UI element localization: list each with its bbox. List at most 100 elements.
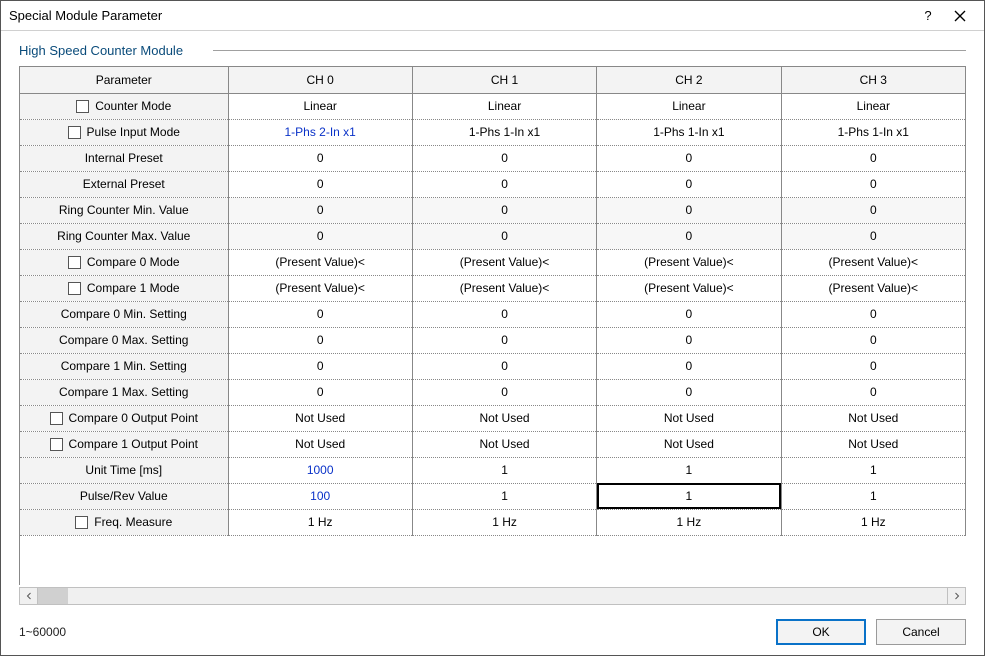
value-cell-ch2[interactable]: 0 bbox=[597, 327, 781, 353]
value-cell-ch0[interactable]: 0 bbox=[228, 327, 412, 353]
param-cell[interactable]: Compare 1 Output Point bbox=[20, 431, 228, 457]
value-cell-ch3[interactable]: 1 Hz bbox=[781, 509, 965, 535]
value-cell-ch1[interactable]: 0 bbox=[412, 353, 596, 379]
value-cell-ch0[interactable]: Not Used bbox=[228, 431, 412, 457]
value-cell-ch2[interactable]: 0 bbox=[597, 379, 781, 405]
param-cell[interactable]: Counter Mode bbox=[20, 93, 228, 119]
value-cell-ch3[interactable]: 0 bbox=[781, 171, 965, 197]
value-cell-ch1[interactable]: 0 bbox=[412, 197, 596, 223]
value-cell-ch3[interactable]: 1 bbox=[781, 483, 965, 509]
value-cell-ch3[interactable]: 0 bbox=[781, 327, 965, 353]
value-cell-ch3[interactable]: 0 bbox=[781, 379, 965, 405]
value-cell-ch1[interactable]: 1 bbox=[412, 483, 596, 509]
scroll-left-arrow[interactable] bbox=[20, 588, 38, 604]
value-cell-ch3[interactable]: 0 bbox=[781, 301, 965, 327]
value-cell-ch3[interactable]: 0 bbox=[781, 197, 965, 223]
close-button[interactable] bbox=[944, 4, 976, 28]
param-cell[interactable]: Unit Time [ms] bbox=[20, 457, 228, 483]
value-cell-ch0[interactable]: 1 Hz bbox=[228, 509, 412, 535]
value-cell-ch2[interactable]: 0 bbox=[597, 197, 781, 223]
value-cell-ch2[interactable]: 0 bbox=[597, 171, 781, 197]
value-cell-ch3[interactable]: 0 bbox=[781, 145, 965, 171]
value-cell-ch2[interactable]: Not Used bbox=[597, 405, 781, 431]
value-cell-ch0[interactable]: Linear bbox=[228, 93, 412, 119]
cancel-button[interactable]: Cancel bbox=[876, 619, 966, 645]
ok-button[interactable]: OK bbox=[776, 619, 866, 645]
value-cell-ch1[interactable]: (Present Value)< bbox=[412, 249, 596, 275]
value-cell-ch3[interactable]: (Present Value)< bbox=[781, 275, 965, 301]
value-cell-ch1[interactable]: 1 bbox=[412, 457, 596, 483]
param-checkbox[interactable] bbox=[76, 100, 89, 113]
value-cell-ch2[interactable]: 0 bbox=[597, 145, 781, 171]
scroll-right-arrow[interactable] bbox=[947, 588, 965, 604]
param-checkbox[interactable] bbox=[68, 282, 81, 295]
value-cell-ch2[interactable]: (Present Value)< bbox=[597, 249, 781, 275]
value-cell-ch3[interactable]: 0 bbox=[781, 353, 965, 379]
param-cell[interactable]: External Preset bbox=[20, 171, 228, 197]
value-cell-ch0[interactable]: 0 bbox=[228, 145, 412, 171]
value-cell-ch3[interactable]: 0 bbox=[781, 223, 965, 249]
value-cell-ch1[interactable]: 0 bbox=[412, 171, 596, 197]
value-cell-ch3[interactable]: Linear bbox=[781, 93, 965, 119]
value-cell-ch0[interactable]: Not Used bbox=[228, 405, 412, 431]
param-cell[interactable]: Pulse Input Mode bbox=[20, 119, 228, 145]
value-cell-ch1[interactable]: Linear bbox=[412, 93, 596, 119]
value-cell-ch2[interactable]: Linear bbox=[597, 93, 781, 119]
param-cell[interactable]: Compare 0 Output Point bbox=[20, 405, 228, 431]
value-cell-ch2[interactable]: 0 bbox=[597, 223, 781, 249]
value-cell-ch0[interactable]: (Present Value)< bbox=[228, 275, 412, 301]
help-button[interactable]: ? bbox=[912, 4, 944, 28]
value-cell-ch1[interactable]: 1 Hz bbox=[412, 509, 596, 535]
param-checkbox[interactable] bbox=[68, 256, 81, 269]
param-cell[interactable]: Compare 0 Max. Setting bbox=[20, 327, 228, 353]
value-cell-ch3[interactable]: 1-Phs 1-In x1 bbox=[781, 119, 965, 145]
param-checkbox[interactable] bbox=[75, 516, 88, 529]
value-cell-ch0[interactable]: 0 bbox=[228, 171, 412, 197]
param-cell[interactable]: Freq. Measure bbox=[20, 509, 228, 535]
value-cell-ch1[interactable]: 0 bbox=[412, 379, 596, 405]
param-cell[interactable]: Pulse/Rev Value bbox=[20, 483, 228, 509]
value-cell-ch1[interactable]: 0 bbox=[412, 327, 596, 353]
param-checkbox[interactable] bbox=[50, 412, 63, 425]
value-cell-ch1[interactable]: (Present Value)< bbox=[412, 275, 596, 301]
param-cell[interactable]: Compare 0 Min. Setting bbox=[20, 301, 228, 327]
value-cell-ch1[interactable]: 0 bbox=[412, 145, 596, 171]
param-cell[interactable]: Compare 1 Max. Setting bbox=[20, 379, 228, 405]
value-cell-ch0[interactable]: 1000 bbox=[228, 457, 412, 483]
value-cell-ch2[interactable]: 1-Phs 1-In x1 bbox=[597, 119, 781, 145]
value-cell-ch2[interactable]: 1 bbox=[597, 457, 781, 483]
param-cell[interactable]: Compare 0 Mode bbox=[20, 249, 228, 275]
param-cell[interactable]: Ring Counter Max. Value bbox=[20, 223, 228, 249]
value-cell-ch2[interactable]: 1 Hz bbox=[597, 509, 781, 535]
param-cell[interactable]: Ring Counter Min. Value bbox=[20, 197, 228, 223]
param-cell[interactable]: Internal Preset bbox=[20, 145, 228, 171]
param-checkbox[interactable] bbox=[50, 438, 63, 451]
horizontal-scrollbar[interactable] bbox=[19, 587, 966, 605]
value-cell-ch1[interactable]: 0 bbox=[412, 301, 596, 327]
scroll-thumb[interactable] bbox=[38, 588, 68, 604]
value-cell-ch3[interactable]: Not Used bbox=[781, 405, 965, 431]
value-cell-ch0[interactable]: 100 bbox=[228, 483, 412, 509]
value-cell-ch0[interactable]: 0 bbox=[228, 301, 412, 327]
value-cell-ch0[interactable]: 0 bbox=[228, 353, 412, 379]
value-cell-ch2[interactable]: Not Used bbox=[597, 431, 781, 457]
param-checkbox[interactable] bbox=[68, 126, 81, 139]
value-cell-ch1[interactable]: Not Used bbox=[412, 431, 596, 457]
value-cell-ch3[interactable]: Not Used bbox=[781, 431, 965, 457]
param-cell[interactable]: Compare 1 Min. Setting bbox=[20, 353, 228, 379]
value-cell-ch0[interactable]: 0 bbox=[228, 197, 412, 223]
value-cell-ch2[interactable]: (Present Value)< bbox=[597, 275, 781, 301]
value-cell-ch1[interactable]: Not Used bbox=[412, 405, 596, 431]
value-cell-ch0[interactable]: 1-Phs 2-In x1 bbox=[228, 119, 412, 145]
value-cell-ch0[interactable]: 0 bbox=[228, 223, 412, 249]
value-cell-ch2[interactable]: 1 bbox=[597, 483, 781, 509]
value-cell-ch2[interactable]: 0 bbox=[597, 353, 781, 379]
value-cell-ch1[interactable]: 1-Phs 1-In x1 bbox=[412, 119, 596, 145]
value-cell-ch1[interactable]: 0 bbox=[412, 223, 596, 249]
value-cell-ch0[interactable]: 0 bbox=[228, 379, 412, 405]
value-cell-ch3[interactable]: 1 bbox=[781, 457, 965, 483]
param-cell[interactable]: Compare 1 Mode bbox=[20, 275, 228, 301]
value-cell-ch3[interactable]: (Present Value)< bbox=[781, 249, 965, 275]
value-cell-ch0[interactable]: (Present Value)< bbox=[228, 249, 412, 275]
value-cell-ch2[interactable]: 0 bbox=[597, 301, 781, 327]
